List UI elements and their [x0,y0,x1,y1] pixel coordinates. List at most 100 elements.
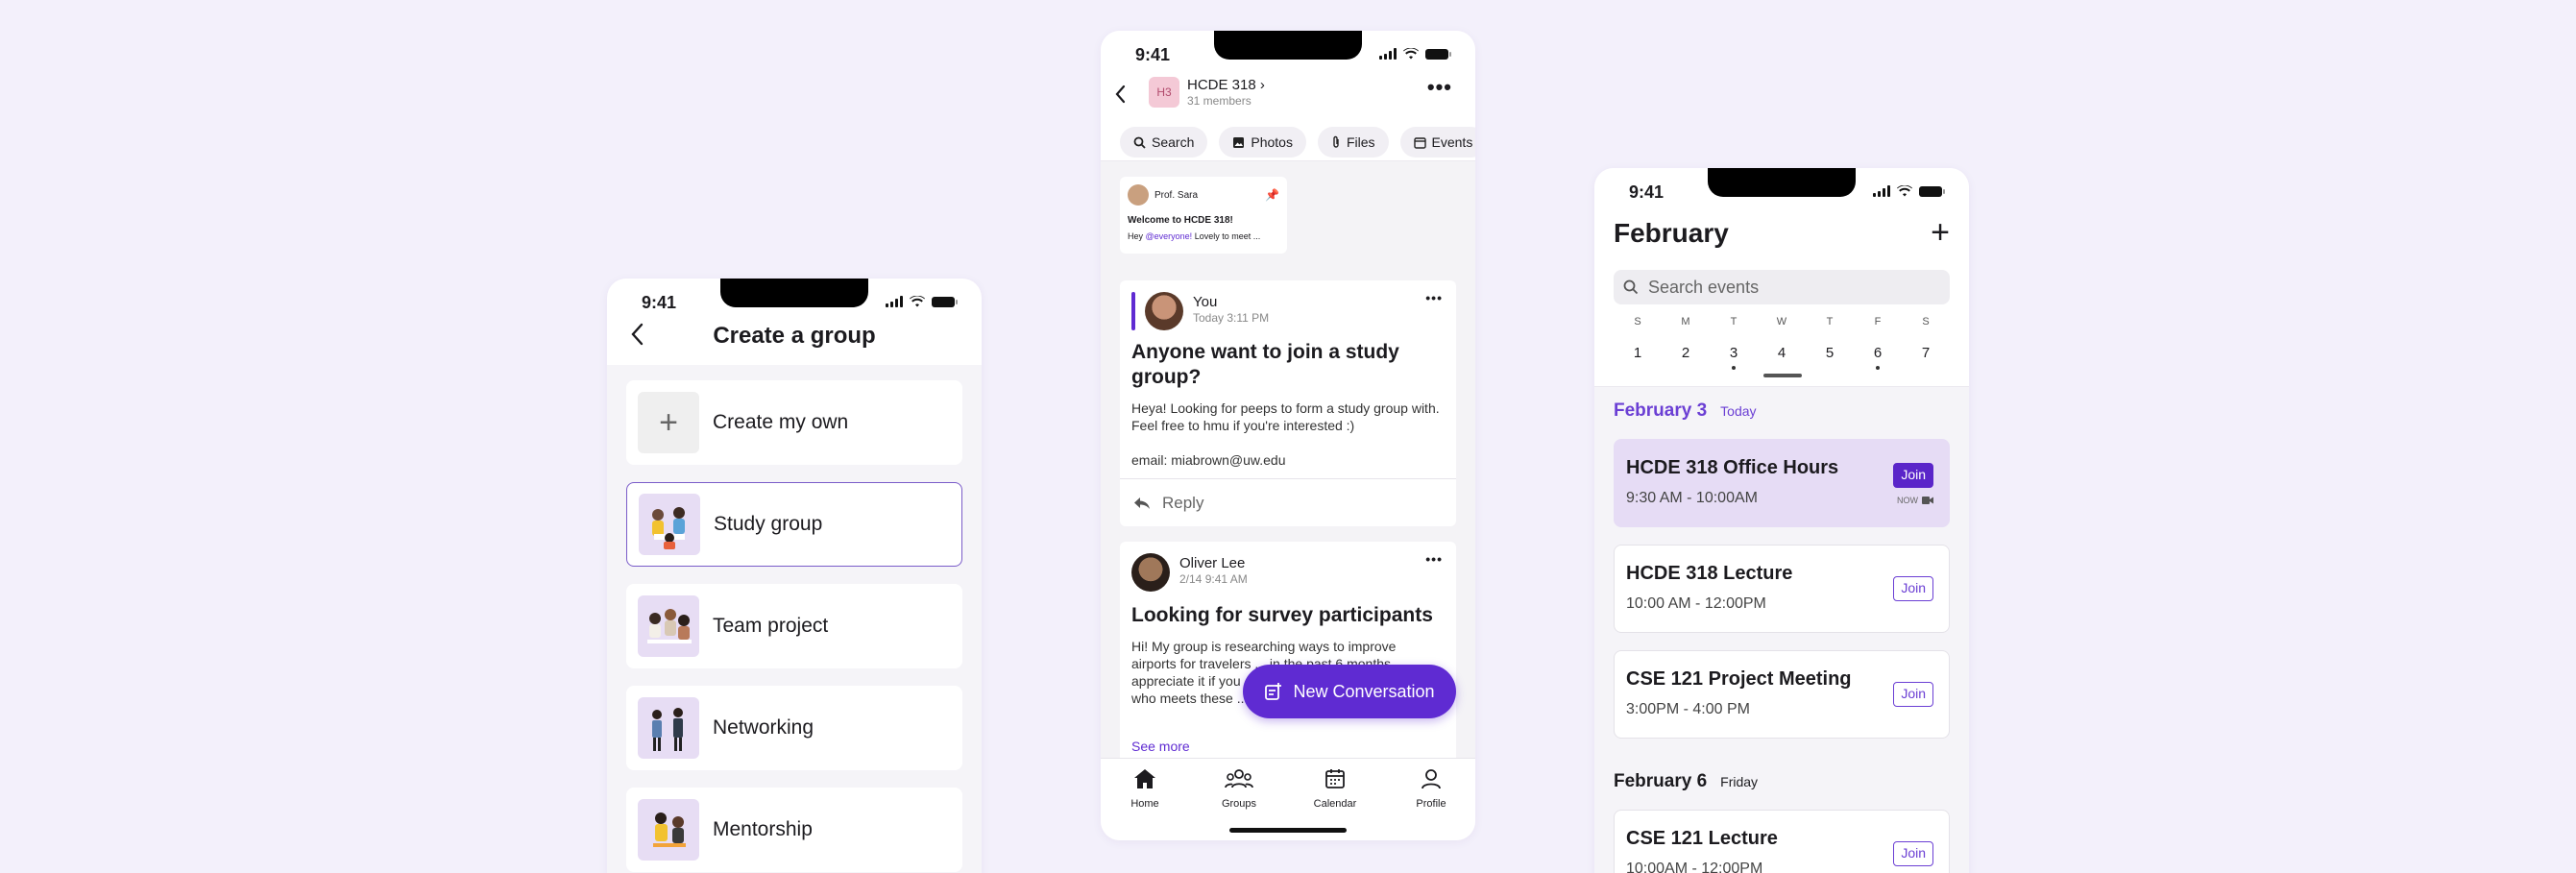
day-cell[interactable]: 5 [1806,339,1854,368]
weekday-label: S [1634,316,1641,327]
join-button[interactable]: Join [1893,841,1933,866]
search-input[interactable] [1648,277,1936,298]
chip-photos[interactable]: Photos [1219,127,1306,158]
chip-files[interactable]: Files [1317,127,1389,158]
avatar [1128,184,1149,206]
event-title: CSE 121 Project Meeting [1626,668,1852,690]
signal-icon [1873,185,1890,197]
day-cell[interactable]: 2 [1662,339,1710,368]
event-card[interactable]: HCDE 318 Lecture 10:00 AM - 12:00PM Join [1614,545,1950,633]
option-label: Study group [714,513,823,535]
phone-notch [1708,168,1856,197]
chip-label: Photos [1251,134,1293,150]
own-post-indicator [1131,292,1135,330]
day-cell[interactable]: 4 [1758,339,1806,368]
pinned-author: Prof. Sara [1154,189,1199,201]
compose-icon [1265,683,1282,700]
phone-notch [1214,31,1362,60]
group-avatar: H3 [1149,77,1179,108]
join-button[interactable]: Join [1893,682,1933,707]
chevron-right-icon: › [1259,77,1265,93]
post-author: You [1193,294,1218,310]
event-time: 10:00 AM - 12:00PM [1626,595,1766,612]
event-card[interactable]: CSE 121 Lecture 10:00AM - 12:00PM Join [1614,810,1950,873]
weekday-label: T [1730,316,1738,327]
group-members-count: 31 members [1187,94,1252,108]
mention: @everyone! [1145,231,1193,241]
study-illustration-icon [639,494,700,555]
now-label: NOW [1897,496,1918,505]
chevron-left-icon [1115,85,1126,104]
tab-groups[interactable]: Groups [1201,768,1277,810]
week-days: 1 2 3 4 5 6 7 [1614,339,1950,368]
tab-label: Groups [1221,798,1257,810]
pinned-message[interactable]: Prof. Sara 📌 Welcome to HCDE 318! Hey @e… [1120,177,1287,254]
calendar-phone: 9:41 February + S M T W T F S 1 2 3 4 [1594,168,1969,873]
date-section-header: February 3 Today [1614,400,1757,422]
group-chat-phone: 9:41 H3 HCDE 318 › 31 members ••• Search… [1101,31,1475,840]
back-button[interactable] [1114,81,1126,110]
preview-suffix: Lovely to meet ... [1192,231,1261,241]
battery-icon [1425,48,1451,60]
chip-search[interactable]: Search [1120,127,1208,158]
fab-label: New Conversation [1293,681,1435,701]
section-label: Today [1720,403,1757,419]
reply-button[interactable]: Reply [1120,478,1456,526]
group-name-text: HCDE 318 [1187,77,1256,93]
tab-calendar[interactable]: Calendar [1297,768,1373,810]
date-section-header: February 6 Friday [1614,771,1758,792]
calendar-icon [1325,769,1345,788]
post-more-button[interactable]: ••• [1425,551,1443,567]
event-card[interactable]: HCDE 318 Office Hours 9:30 AM - 10:00AM … [1614,439,1950,527]
join-button[interactable]: Join [1893,463,1933,488]
month-title: February [1614,218,1729,248]
post-title: Anyone want to join a study group? [1131,341,1399,388]
post-author: Oliver Lee [1179,555,1246,571]
option-mentorship[interactable]: Mentorship [626,788,962,872]
option-team-project[interactable]: Team project [626,584,962,668]
day-cell[interactable]: 6 [1854,339,1902,368]
tab-home[interactable]: Home [1106,768,1183,810]
post-extra: email: miabrown@uw.edu [1131,452,1286,468]
option-create-my-own[interactable]: + Create my own [626,380,962,465]
option-networking[interactable]: Networking [626,686,962,770]
conversation-feed: Prof. Sara 📌 Welcome to HCDE 318! Hey @e… [1101,161,1475,758]
group-options: + Create my own Study group Team project… [607,365,982,873]
join-button[interactable]: Join [1893,576,1933,601]
expand-handle[interactable] [1763,374,1802,377]
wifi-icon [1897,185,1912,197]
add-event-button[interactable]: + [1931,214,1950,252]
signal-icon [1379,48,1397,60]
chip-label: Events [1431,134,1473,150]
post-more-button[interactable]: ••• [1425,290,1443,305]
post-card[interactable]: You Today 3:11 PM ••• Anyone want to joi… [1120,280,1456,526]
option-study-group[interactable]: Study group [626,482,962,567]
wifi-icon [1403,48,1419,60]
header: Create a group [607,317,982,365]
tab-profile[interactable]: Profile [1393,768,1470,810]
search-bar [1614,270,1950,304]
day-cell[interactable]: 1 [1614,339,1662,368]
see-more-link[interactable]: See more [1131,738,1190,755]
home-indicator [1229,828,1347,833]
day-cell-today[interactable]: 3 [1710,339,1758,368]
page-title: Create a group [713,323,876,349]
group-name[interactable]: HCDE 318 › [1187,77,1265,93]
bottom-tab-bar: Home Groups Calendar Profile [1101,758,1475,840]
post-time: 2/14 9:41 AM [1179,572,1248,586]
new-conversation-button[interactable]: New Conversation [1243,665,1456,718]
reply-icon [1134,497,1150,509]
day-cell[interactable]: 7 [1902,339,1950,368]
weekday-label: T [1826,316,1834,327]
weekday-label: S [1922,316,1930,327]
chip-events[interactable]: Events [1399,127,1475,158]
more-options-button[interactable]: ••• [1427,75,1452,100]
wifi-icon [910,296,925,307]
event-card[interactable]: CSE 121 Project Meeting 3:00PM - 4:00 PM… [1614,650,1950,739]
post-card[interactable]: Oliver Lee 2/14 9:41 AM ••• Looking for … [1120,542,1456,758]
chip-label: Files [1346,134,1375,150]
avatar [1131,553,1170,592]
reply-label: Reply [1162,493,1204,512]
create-group-phone: 9:41 Create a group + Create my own Stud… [607,279,982,873]
event-time: 9:30 AM - 10:00AM [1626,490,1758,506]
